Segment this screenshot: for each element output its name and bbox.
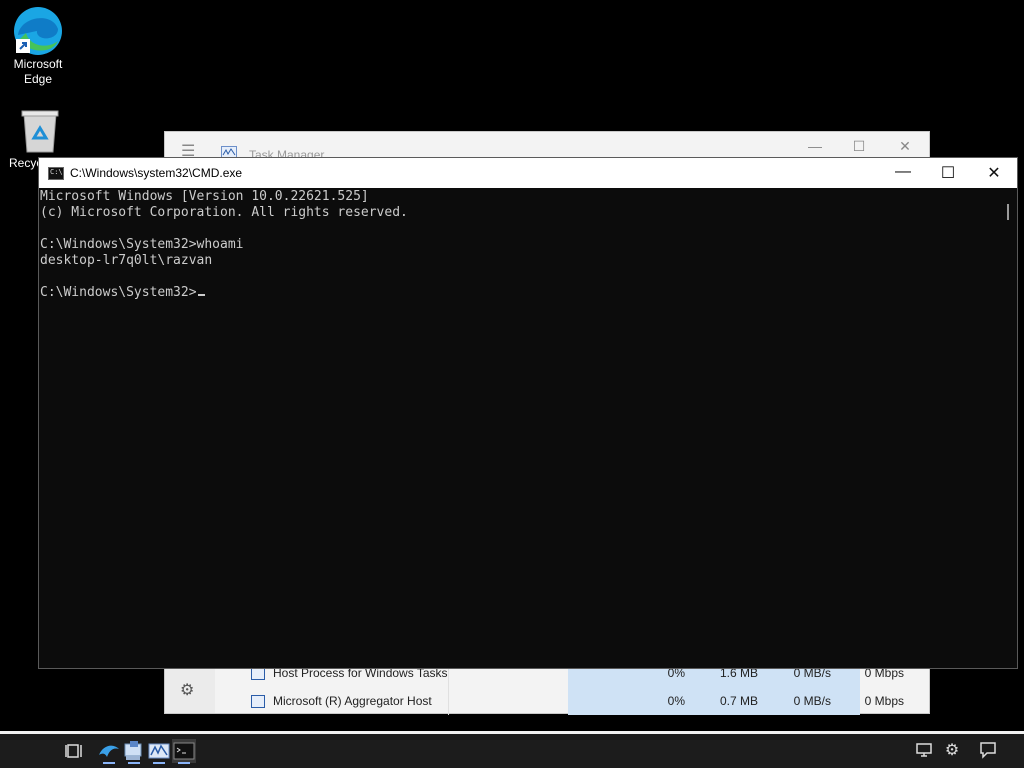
process-icon bbox=[251, 695, 265, 708]
process-disk: 0 MB/s bbox=[793, 694, 831, 708]
edge-label-1: Microsoft bbox=[13, 57, 63, 71]
console-prompt-line[interactable]: C:\Windows\System32> bbox=[40, 285, 205, 301]
taskbar-app-control-panel[interactable] bbox=[122, 739, 146, 764]
edge-label-2: Edge bbox=[23, 72, 53, 86]
recycle-bin-icon bbox=[21, 110, 59, 153]
edge-dolphin-icon bbox=[99, 745, 119, 757]
console-line: (c) Microsoft Corporation. All rights re… bbox=[40, 205, 408, 220]
task-manager-sidebar-bottom: ⚙ bbox=[165, 666, 215, 713]
console-line: C:\Windows\System32>whoami bbox=[40, 237, 244, 252]
console-line: desktop-lr7q0lt\razvan bbox=[40, 253, 213, 268]
column-divider bbox=[448, 687, 449, 715]
settings-icon: ⚙ bbox=[944, 742, 960, 759]
cmd-window-title: C:\Windows\system32\CMD.exe bbox=[70, 166, 243, 180]
edge-icon bbox=[14, 7, 62, 55]
active-indicator bbox=[128, 762, 140, 764]
minimize-icon[interactable]: — bbox=[888, 163, 918, 181]
process-name: Microsoft (R) Aggregator Host bbox=[273, 694, 432, 708]
settings-gear-icon[interactable]: ⚙ bbox=[180, 680, 194, 700]
vertical-scrollbar[interactable] bbox=[999, 188, 1017, 668]
settings-tray-button[interactable]: ⚙ bbox=[941, 740, 963, 762]
task-view-icon bbox=[65, 744, 82, 758]
cmd-app-icon: C:\ bbox=[48, 167, 64, 180]
close-icon[interactable]: ✕ bbox=[895, 138, 915, 155]
maximize-icon[interactable]: ☐ bbox=[849, 138, 869, 155]
process-cpu: 0% bbox=[667, 694, 685, 708]
network-icon bbox=[916, 743, 932, 757]
network-tray-button[interactable] bbox=[913, 740, 935, 762]
scrollbar-thumb[interactable] bbox=[1007, 204, 1009, 220]
taskbar-app-cmd[interactable] bbox=[172, 739, 196, 764]
active-indicator bbox=[178, 762, 190, 764]
minimize-icon[interactable]: — bbox=[805, 138, 825, 154]
text-cursor bbox=[197, 294, 205, 296]
desktop-icon-edge[interactable]: Microsoft Edge bbox=[3, 5, 73, 87]
active-indicator bbox=[153, 762, 165, 764]
task-manager-titlebar[interactable]: ☰ Task Manager — ☐ ✕ bbox=[165, 132, 929, 162]
console-prompt: C:\Windows\System32> bbox=[40, 285, 197, 300]
process-network: 0 Mbps bbox=[864, 694, 904, 708]
taskbar: ⚙ bbox=[0, 731, 1024, 768]
console-line: Microsoft Windows [Version 10.0.22621.52… bbox=[40, 189, 369, 204]
cmd-icon bbox=[173, 742, 195, 760]
active-indicator bbox=[103, 762, 115, 764]
process-row[interactable]: Microsoft (R) Aggregator Host 0% 0.7 MB … bbox=[215, 687, 929, 715]
maximize-icon[interactable]: ☐ bbox=[933, 163, 963, 183]
control-panel-icon bbox=[124, 741, 142, 760]
task-view-button[interactable] bbox=[62, 739, 86, 763]
notification-tray-button[interactable] bbox=[977, 740, 999, 762]
taskbar-app-task-manager[interactable] bbox=[147, 739, 171, 764]
cmd-titlebar[interactable]: C:\ C:\Windows\system32\CMD.exe — ☐ ✕ bbox=[39, 158, 1017, 188]
task-manager-icon bbox=[148, 743, 170, 759]
notification-icon bbox=[980, 742, 996, 759]
taskbar-app-edge[interactable] bbox=[97, 739, 121, 764]
cmd-window[interactable]: C:\ C:\Windows\system32\CMD.exe — ☐ ✕ Mi… bbox=[38, 157, 1018, 669]
process-memory: 0.7 MB bbox=[719, 694, 758, 708]
close-icon[interactable]: ✕ bbox=[979, 163, 1009, 183]
console-output[interactable]: Microsoft Windows [Version 10.0.22621.52… bbox=[39, 188, 999, 668]
